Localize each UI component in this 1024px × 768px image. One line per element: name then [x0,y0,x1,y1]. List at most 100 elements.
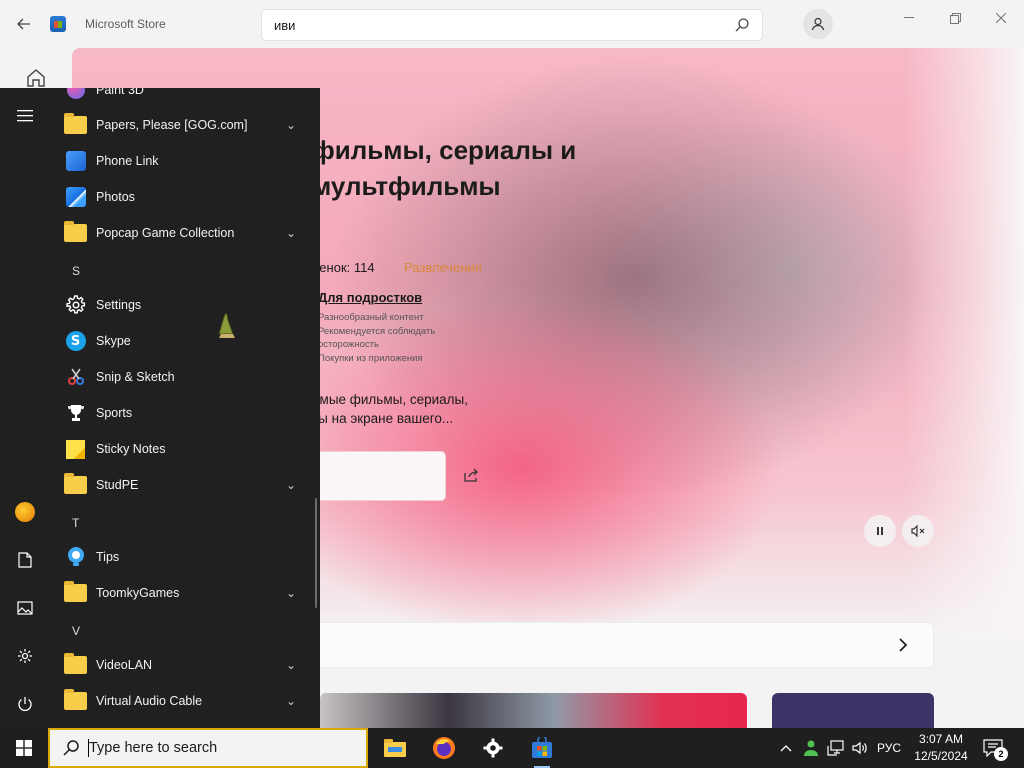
clock[interactable]: 3:07 AM 12/5/2024 [908,731,974,765]
start-scrollbar[interactable] [315,498,317,608]
hero-fade [904,48,1024,638]
hero-description: имые фильмы, сериалы, ты на экране вашег… [312,390,492,428]
show-hidden-icons-button[interactable] [776,728,796,768]
paint-3d-icon [64,88,87,102]
picture-icon [17,601,33,615]
folder-icon [64,689,87,713]
category-link[interactable]: Развлечения [404,260,482,275]
store-logo-icon [50,16,66,32]
tray-people-button[interactable] [800,728,822,768]
hero-title-line-1: фильмы, сериалы и [312,135,577,165]
start-rail [0,88,50,728]
app-item-sports[interactable]: Sports [50,395,312,431]
start-menu: Paint 3D Papers, Please [GOG.com] ⌄ Phon… [0,88,320,728]
document-icon [18,552,32,568]
home-icon [27,69,45,87]
back-button[interactable] [12,12,36,36]
chevron-up-icon [780,745,792,752]
app-label: Sports [96,406,133,420]
taskbar-file-explorer[interactable] [379,732,411,764]
content-card[interactable] [320,693,747,728]
taskbar-firefox[interactable] [428,732,460,764]
firefox-icon [433,737,455,759]
age-rating-link[interactable]: Для подростков [318,290,422,305]
chevron-down-icon[interactable]: ⌄ [286,658,296,672]
input-language-button[interactable]: РУС [874,728,904,768]
user-account-button[interactable] [9,496,41,528]
restore-icon [949,12,961,24]
app-item-phone-link[interactable]: Phone Link [50,143,312,179]
search-icon [63,740,79,756]
pictures-button[interactable] [9,592,41,624]
app-list: Paint 3D Papers, Please [GOG.com] ⌄ Phon… [50,88,320,728]
app-label: Sticky Notes [96,442,166,456]
taskbar-search-box[interactable]: Type here to search [48,728,368,768]
speaker-icon [852,741,867,755]
letter-header-v[interactable]: V [72,624,80,638]
action-center-button[interactable]: 2 [980,736,1008,761]
folder-icon [64,473,87,497]
app-item-paint-3d[interactable]: Paint 3D [50,88,312,108]
close-icon [996,13,1006,23]
pause-icon [877,527,883,535]
share-button[interactable] [460,464,482,486]
folder-label: Virtual Audio Cable [96,694,203,708]
folder-icon [64,113,87,137]
clock-date: 12/5/2024 [914,749,968,763]
app-item-snip-sketch[interactable]: Snip & Sketch [50,359,312,395]
chevron-down-icon[interactable]: ⌄ [286,586,296,600]
power-button[interactable] [9,688,41,720]
network-button[interactable] [825,728,847,768]
folder-item-studpe[interactable]: StudPE ⌄ [50,467,312,503]
settings-button[interactable] [9,640,41,672]
documents-button[interactable] [9,544,41,576]
notification-count-badge: 2 [994,747,1008,761]
chevron-right-icon[interactable] [894,634,912,656]
app-label: Skype [96,334,131,348]
letter-header-s[interactable]: S [72,264,80,278]
taskbar-settings[interactable] [477,732,509,764]
hero-title: фильмы, сериалы и мультфильмы [312,132,672,204]
power-icon [18,697,32,711]
app-item-photos[interactable]: Photos [50,179,312,215]
minimize-button[interactable] [894,8,924,28]
folder-item-toomkygames[interactable]: ToomkyGames ⌄ [50,575,312,611]
folder-item-videolan[interactable]: VideoLAN ⌄ [50,647,312,683]
expand-menu-button[interactable] [9,100,41,132]
folder-item-virtual-audio-cable[interactable]: Virtual Audio Cable ⌄ [50,683,312,719]
taskbar: Type here to search РУС 3:07 AM 12/5/202… [0,728,1024,768]
taskbar-microsoft-store[interactable] [526,732,558,768]
file-explorer-icon [384,739,406,757]
sticky-notes-icon [64,438,87,461]
phone-link-icon [64,150,87,173]
maximize-button[interactable] [940,8,970,28]
volume-button[interactable] [849,728,871,768]
chevron-down-icon[interactable]: ⌄ [286,478,296,492]
app-item-tips[interactable]: Tips [50,539,312,575]
folder-item-papers-please[interactable]: Papers, Please [GOG.com] ⌄ [50,107,312,143]
start-button[interactable] [0,728,48,768]
content-card[interactable] [772,693,934,728]
chevron-down-icon[interactable]: ⌄ [286,694,296,708]
ratings-count: ценок: 114 [312,260,375,275]
letter-header-t[interactable]: T [72,516,79,530]
store-search-input[interactable] [274,17,734,33]
busy-cursor-icon [218,313,235,338]
account-avatar[interactable] [803,9,833,39]
app-item-settings[interactable]: Settings [50,287,312,323]
trophy-icon [64,402,87,425]
get-app-button[interactable] [312,451,446,501]
chevron-down-icon[interactable]: ⌄ [286,226,296,240]
clock-time: 3:07 AM [918,732,964,746]
pause-button[interactable] [864,515,896,547]
mute-button[interactable] [902,515,934,547]
store-search-box[interactable] [261,9,763,41]
app-label: Photos [96,190,135,204]
app-item-skype[interactable]: S Skype [50,323,312,359]
folder-item-popcap[interactable]: Popcap Game Collection ⌄ [50,215,312,251]
app-item-sticky-notes[interactable]: Sticky Notes [50,431,312,467]
rating-note: Разнообразный контент [318,312,424,323]
chevron-down-icon[interactable]: ⌄ [286,118,296,132]
search-icon[interactable] [734,17,750,33]
close-button[interactable] [986,8,1016,28]
